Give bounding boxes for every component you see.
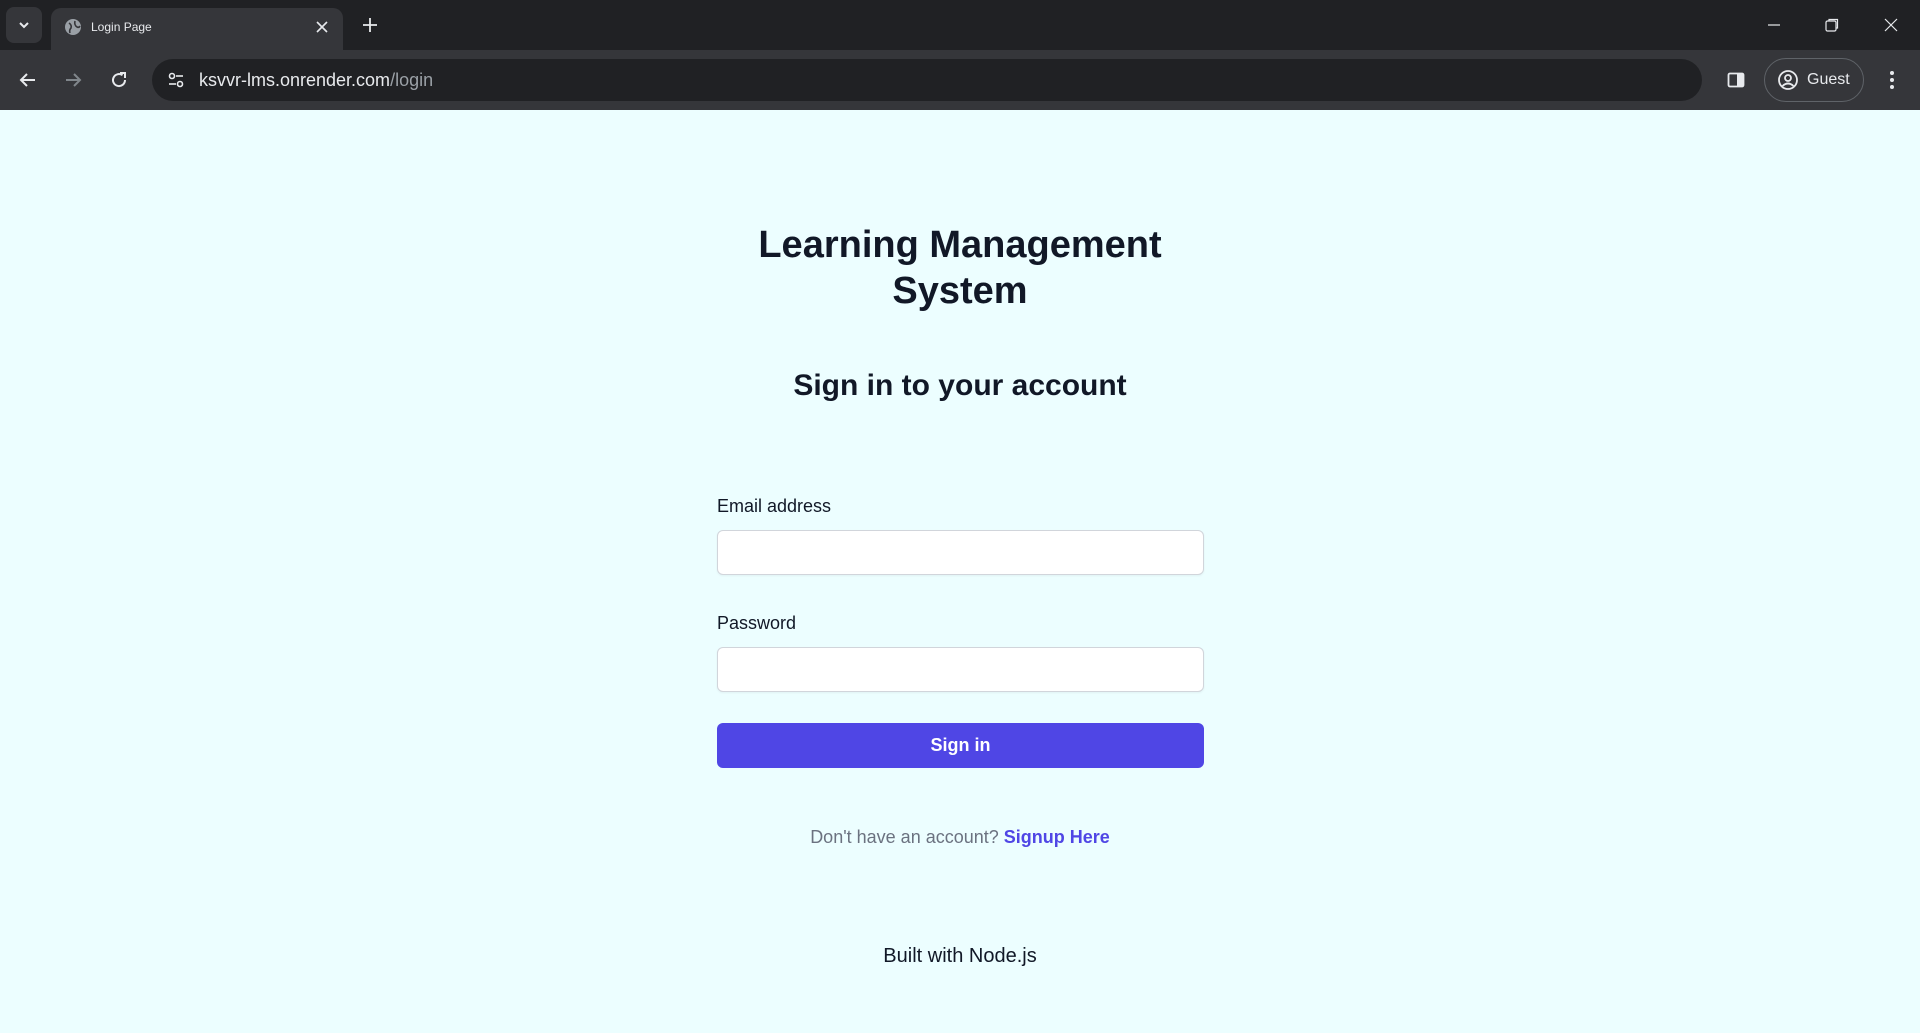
side-panel-icon xyxy=(1727,72,1745,88)
email-input[interactable] xyxy=(717,530,1204,575)
url-path: /login xyxy=(390,70,434,90)
browser-tab-bar: Login Page xyxy=(0,0,1920,50)
login-page: Learning Management System Sign in to yo… xyxy=(0,110,1920,1033)
footer-text: Built with Node.js xyxy=(883,945,1037,967)
arrow-right-icon xyxy=(66,73,82,87)
signin-heading: Sign in to your account xyxy=(793,369,1127,402)
forward-button[interactable] xyxy=(55,62,91,98)
chevron-down-icon xyxy=(19,22,29,29)
side-panel-button[interactable] xyxy=(1718,62,1754,98)
close-icon xyxy=(316,21,328,33)
login-form: Email address Password Sign in xyxy=(717,494,1204,768)
close-window-button[interactable] xyxy=(1862,0,1920,50)
tab-search-button[interactable] xyxy=(6,7,42,43)
plus-icon xyxy=(363,18,377,32)
minimize-icon xyxy=(1768,24,1780,26)
account-circle-icon xyxy=(1778,70,1798,90)
tab-title: Login Page xyxy=(91,20,152,34)
url-text: ksvvr-lms.onrender.com/login xyxy=(199,59,433,101)
reload-icon xyxy=(112,72,127,88)
globe-icon xyxy=(65,19,81,35)
restore-button[interactable] xyxy=(1803,0,1861,50)
close-icon xyxy=(1884,18,1898,32)
profile-button[interactable]: Guest xyxy=(1764,58,1864,102)
signup-prompt: Don't have an account? xyxy=(810,827,999,847)
browser-tab[interactable]: Login Page xyxy=(51,8,343,50)
restore-icon xyxy=(1825,18,1839,32)
minimize-button[interactable] xyxy=(1745,0,1803,50)
reload-button[interactable] xyxy=(101,62,137,98)
back-button[interactable] xyxy=(10,62,46,98)
password-label: Password xyxy=(717,613,797,633)
email-label: Email address xyxy=(717,496,832,516)
password-input[interactable] xyxy=(717,647,1204,692)
signup-link[interactable]: Signup Here xyxy=(1004,827,1110,847)
app-title-line-2: System xyxy=(892,270,1028,312)
tune-icon xyxy=(168,72,184,88)
sign-in-button[interactable]: Sign in xyxy=(717,723,1204,768)
close-tab-button[interactable] xyxy=(311,16,333,38)
profile-label: Guest xyxy=(1807,71,1850,88)
signup-prompt-line: Don't have an account? Signup Here xyxy=(0,825,1920,849)
app-title-line-1: Learning Management xyxy=(758,224,1162,266)
browser-toolbar: ksvvr-lms.onrender.com/login Guest xyxy=(0,50,1920,110)
arrow-left-icon xyxy=(19,73,35,87)
site-info-button[interactable] xyxy=(162,66,190,94)
more-vertical-icon xyxy=(1890,71,1894,89)
url-host: ksvvr-lms.onrender.com xyxy=(199,70,391,90)
browser-menu-button[interactable] xyxy=(1874,62,1910,98)
app-title: Learning Management System xyxy=(0,222,1920,314)
address-bar[interactable]: ksvvr-lms.onrender.com/login xyxy=(152,59,1702,101)
new-tab-button[interactable] xyxy=(356,11,384,39)
